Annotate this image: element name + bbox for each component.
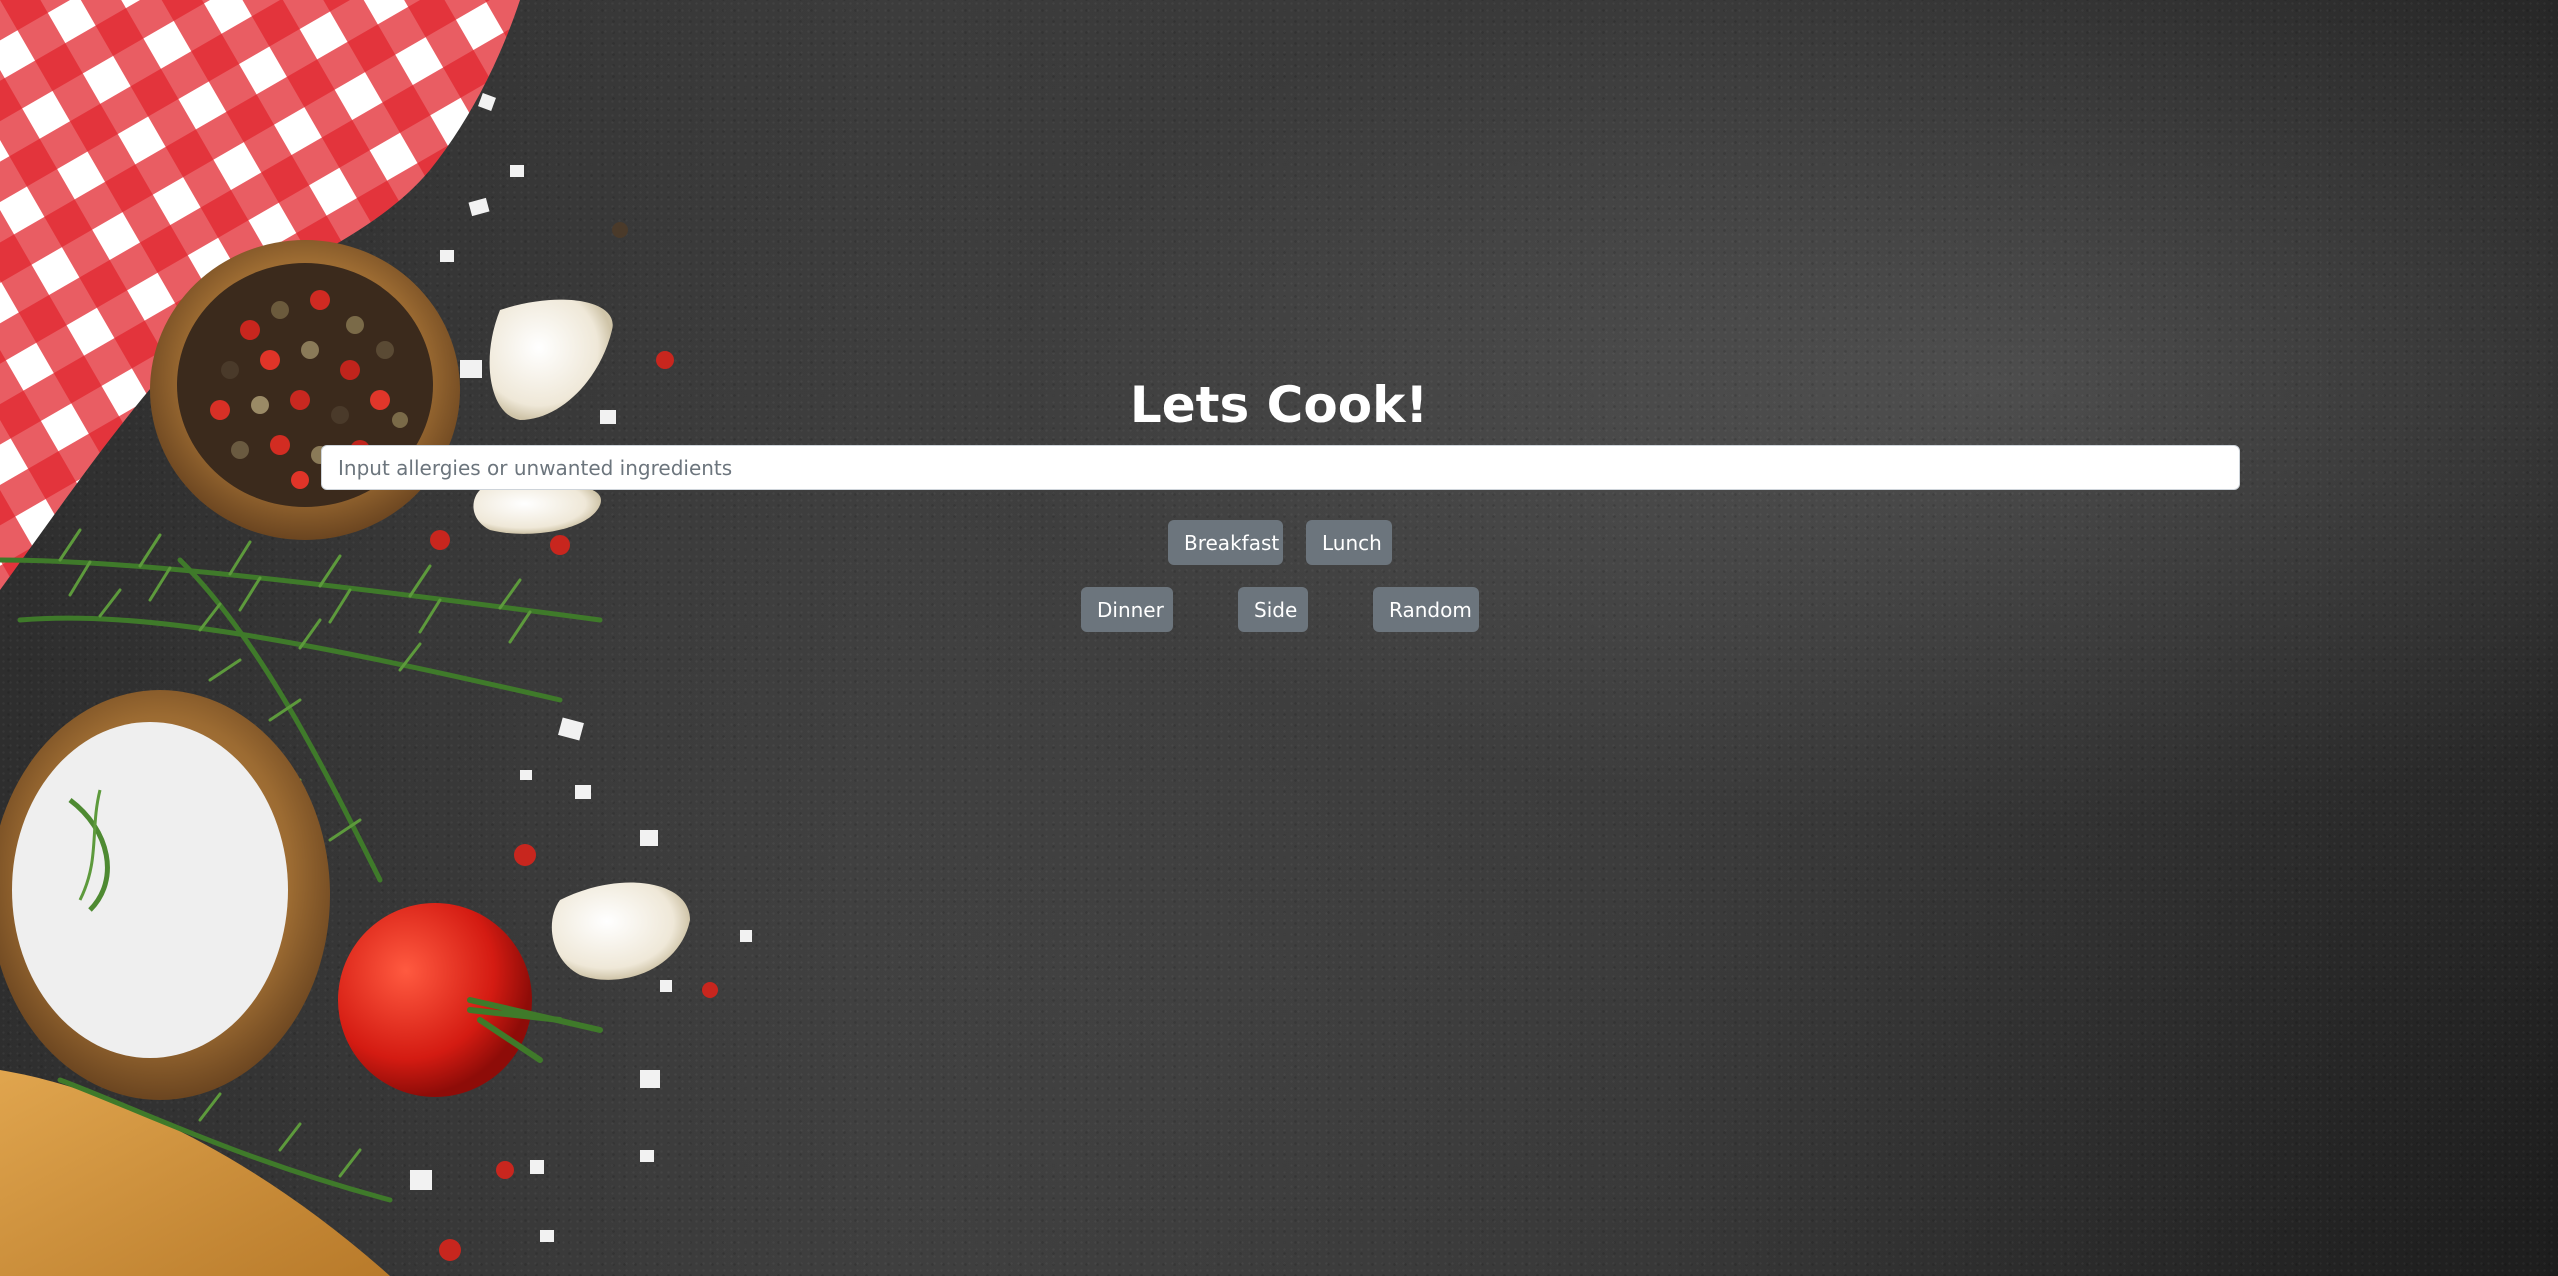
random-button[interactable]: Random xyxy=(1373,587,1479,632)
wooden-board xyxy=(0,1070,390,1276)
app-root: Lets Cook! Breakfast Lunch Dinner Side R… xyxy=(0,0,2558,1276)
dinner-button[interactable]: Dinner xyxy=(1081,587,1173,632)
garlic-clove xyxy=(473,483,601,534)
salt-bowl xyxy=(0,690,330,1100)
ingredient-exclusion-input[interactable] xyxy=(321,445,2240,490)
breakfast-button[interactable]: Breakfast xyxy=(1168,520,1283,565)
lunch-button[interactable]: Lunch xyxy=(1306,520,1392,565)
page-title: Lets Cook! xyxy=(1129,376,1429,434)
background-food-image xyxy=(0,0,752,1276)
side-button[interactable]: Side xyxy=(1238,587,1308,632)
garlic-clove xyxy=(551,882,690,980)
